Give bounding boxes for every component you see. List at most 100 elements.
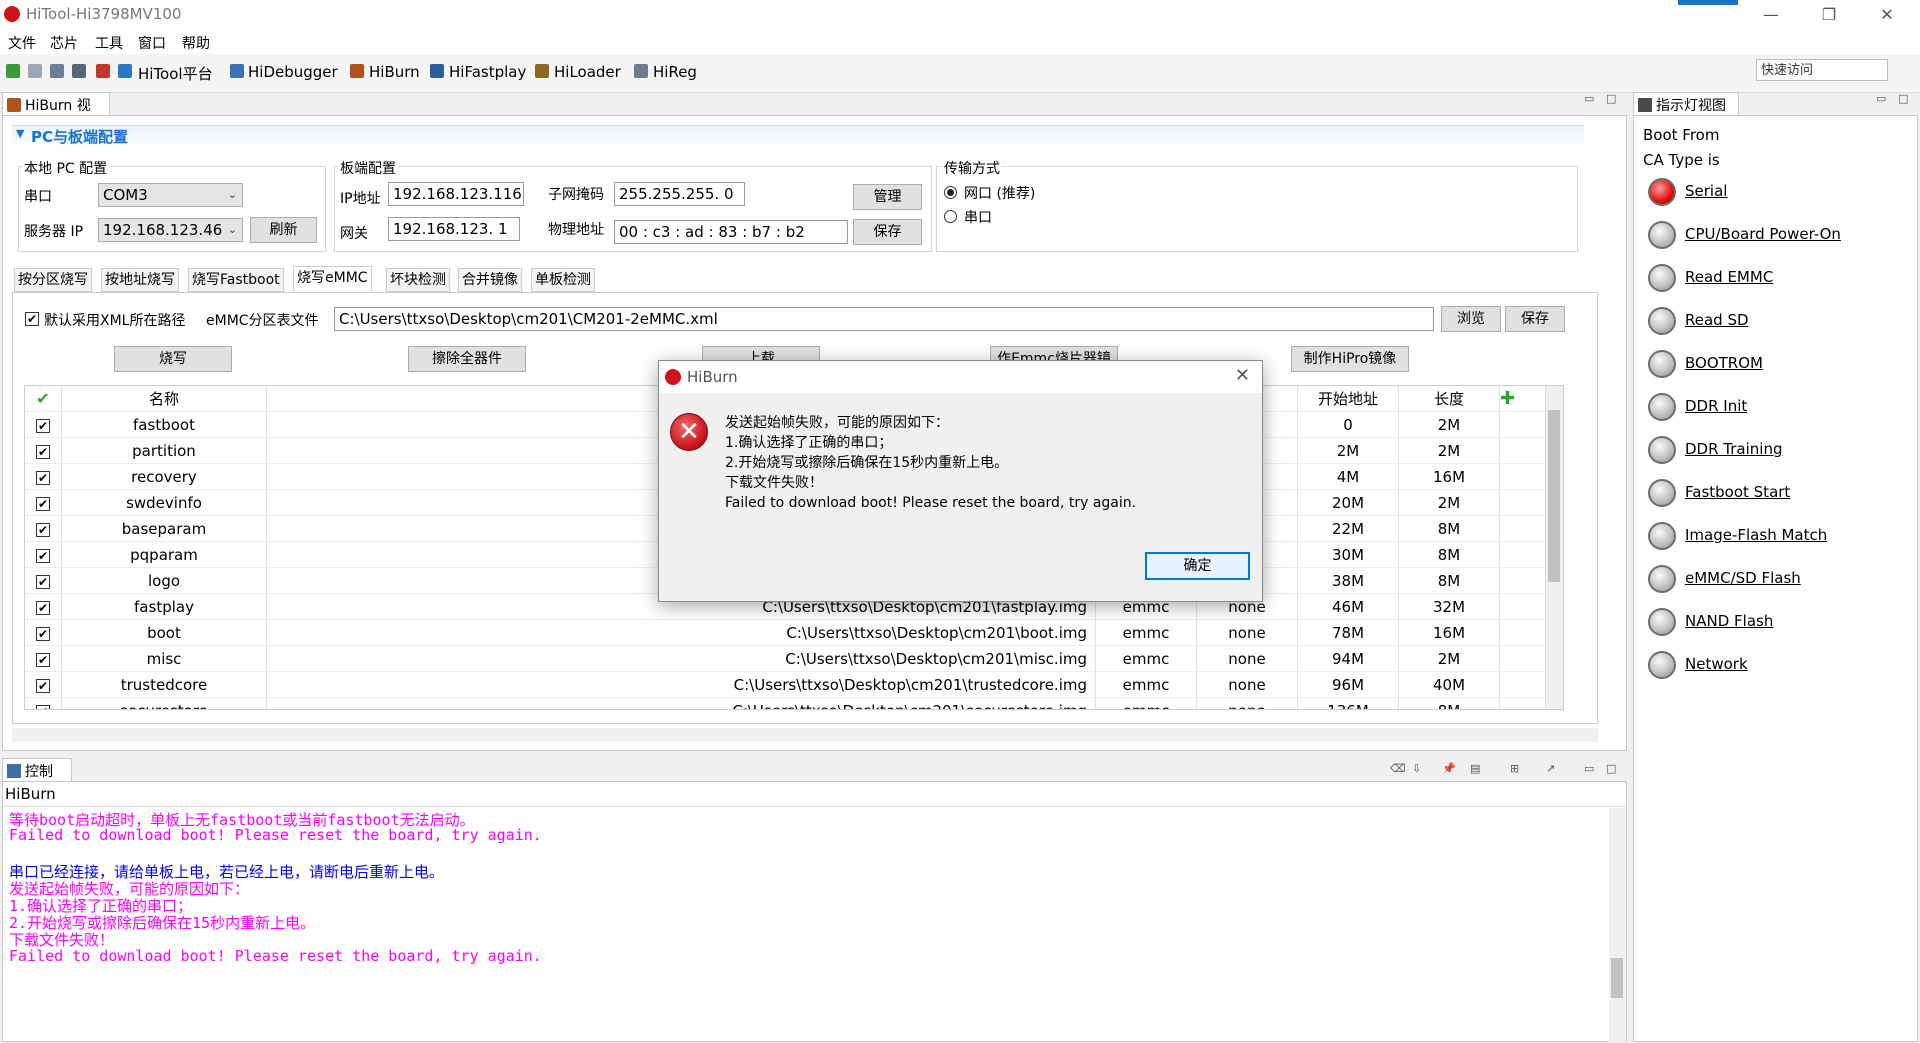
ok-button[interactable]: 确定 [1145,552,1250,580]
indicator-label[interactable]: eMMC/SD Flash [1685,569,1801,587]
menu-tools[interactable]: 工具 [95,33,123,53]
hiburn-horizontal-scrollbar[interactable] [12,728,1598,742]
indicator-label[interactable]: CPU/Board Power-On [1685,225,1841,243]
loader-icon[interactable] [535,64,549,78]
burn-icon[interactable] [350,64,364,78]
hiburn-view-tab[interactable]: HiBurn 视图 [2,92,110,134]
row-checkbox-box[interactable]: ✔ [36,418,50,433]
toolbar-hireg[interactable]: HiReg [653,63,697,81]
tab-address-burn[interactable]: 按地址烧写 [101,268,179,292]
tab-bad-block[interactable]: 坏块检测 [386,268,450,292]
toolbar-hifastplay[interactable]: HiFastplay [449,63,526,81]
quick-access-input[interactable]: 快速访问 [1756,59,1888,81]
indicator-label[interactable]: BOOTROM [1685,354,1763,372]
table-row[interactable]: ✔ misc C:\Users\ttxso\Desktop\cm201\misc.i… [25,645,1556,672]
display-console-icon[interactable]: ▤ [1470,762,1480,775]
console-view-tab[interactable]: 控制台 [2,758,72,800]
indicator-label[interactable]: Fastboot Start [1685,483,1790,501]
row-checkbox-box[interactable]: ✔ [36,444,50,459]
table-row[interactable]: ✔ boot C:\Users\ttxso\Desktop\cm201\boot.i… [25,619,1556,646]
mac-field[interactable]: 00 : c3 : ad : 83 : b7 : b2 [614,220,848,244]
indicator-minimize-icon[interactable]: ▭ [1876,92,1886,105]
console-minimize-icon[interactable]: ▭ [1584,762,1594,775]
indicator-label[interactable]: DDR Init [1685,397,1747,415]
indicator-label[interactable]: Read SD [1685,311,1749,329]
erase-all-button[interactable]: 擦除全器件 [408,346,526,372]
tab-merge-image[interactable]: 合并镜像 [458,268,522,292]
network-radio[interactable] [944,186,957,199]
table-vertical-scrollbar[interactable] [1545,386,1563,709]
gateway-field[interactable]: 192.168.123. 1 [388,217,520,241]
row-checkbox-box[interactable]: ✔ [36,496,50,511]
tab-emmc-burn[interactable]: 烧写eMMC [293,266,372,292]
row-checkbox-box[interactable]: ✔ [36,470,50,485]
row-checkbox-box[interactable]: ✔ [36,574,50,589]
row-checkbox-box[interactable]: ✔ [36,704,50,709]
toolbar-hiburn[interactable]: HiBurn [369,63,420,81]
length-column-header[interactable]: 长度 [1398,386,1500,412]
toolbar-hidebugger[interactable]: HiDebugger [248,63,338,81]
toolbar-hiloader[interactable]: HiLoader [554,63,621,81]
console-maximize-icon[interactable]: □ [1606,762,1616,775]
minimize-button[interactable]: — [1748,0,1794,30]
menu-chip[interactable]: 芯片 [50,33,78,53]
dialog-close-icon[interactable]: ✕ [1235,365,1250,386]
indicator-label[interactable]: DDR Training [1685,440,1782,458]
select-all-check-icon[interactable]: ✔ [25,386,62,412]
indicator-label[interactable]: Serial [1685,182,1727,200]
partition-file-field[interactable]: C:\Users\ttxso\Desktop\cm201\CM201-2eMMC… [334,307,1434,331]
tab-board-check[interactable]: 单板检测 [531,268,595,292]
serial-radio[interactable] [944,210,957,223]
indicator-label[interactable]: Network [1685,655,1748,673]
table-scroll-thumb[interactable] [1548,410,1560,582]
table-row[interactable]: ✔ trustedcore C:\Users\ttxso\Desktop\cm201… [25,671,1556,698]
row-checkbox-box[interactable]: ✔ [36,548,50,563]
menu-window[interactable]: 窗口 [138,33,166,53]
subnet-mask-field[interactable]: 255.255.255. 0 [614,182,745,206]
settings-icon[interactable] [50,64,64,78]
connect-icon[interactable] [6,64,20,78]
indicator-view-tab[interactable]: 指示灯视图 [1633,92,1739,116]
indicator-label[interactable]: Read EMMC [1685,268,1773,286]
fastplay-icon[interactable] [430,64,444,78]
row-checkbox-box[interactable]: ✔ [36,522,50,537]
row-checkbox-box[interactable]: ✔ [36,600,50,615]
pin-console-icon[interactable]: 📌 [1442,762,1456,775]
indicator-label[interactable]: NAND Flash [1685,612,1773,630]
board-save-button[interactable]: 保存 [853,219,922,245]
scroll-lock-icon[interactable]: ⇩ [1412,762,1421,775]
debugger-icon[interactable] [230,64,244,78]
refresh-button[interactable]: 刷新 [250,217,317,243]
hiburn-maximize-icon[interactable]: □ [1606,92,1616,105]
indicator-vertical-scrollbar[interactable] [1900,118,1916,1018]
register-icon[interactable] [634,64,648,78]
transfer-icon[interactable] [96,64,110,78]
console-vertical-scrollbar[interactable] [1609,808,1626,1043]
board-ip-field[interactable]: 192.168.123.116 [388,182,524,206]
home-icon[interactable] [118,64,132,78]
row-checkbox-box[interactable]: ✔ [36,678,50,693]
name-column-header[interactable]: 名称 [61,386,267,412]
menu-help[interactable]: 帮助 [182,33,210,53]
tab-fastboot-burn[interactable]: 烧写Fastboot [188,268,284,292]
collapse-icon[interactable]: ▼ [16,127,24,140]
tab-partition-burn[interactable]: 按分区烧写 [14,268,92,292]
browse-button[interactable]: 浏览 [1441,306,1501,332]
open-console-icon[interactable]: ⊞ [1510,762,1519,775]
maximize-button[interactable]: ❐ [1806,0,1852,30]
disconnect-icon[interactable] [28,64,42,78]
make-hipro-button[interactable]: 制作HiPro镜像 [1291,346,1409,372]
burn-button[interactable]: 烧写 [114,346,232,372]
toolbar-hitool[interactable]: HiTool平台 [138,63,213,84]
table-row[interactable]: ✔ securestoreC:\Users\ttxso\Desktop\cm201… [25,697,1556,709]
indicator-label[interactable]: Image-Flash Match [1685,526,1827,544]
start-column-header[interactable]: 开始地址 [1297,386,1399,412]
server-ip-select[interactable]: 192.168.123.46 ⌄ [98,218,243,242]
close-button[interactable]: ✕ [1864,0,1910,30]
serial-port-select[interactable]: COM3 ⌄ [98,183,243,207]
use-xml-path-checkbox[interactable]: ✔ [25,312,39,326]
new-console-icon[interactable]: ↗ [1546,762,1555,775]
manage-button[interactable]: 管理 [853,184,922,210]
hiburn-minimize-icon[interactable]: ▭ [1584,92,1594,105]
clear-console-icon[interactable]: ⌫ [1390,762,1406,775]
